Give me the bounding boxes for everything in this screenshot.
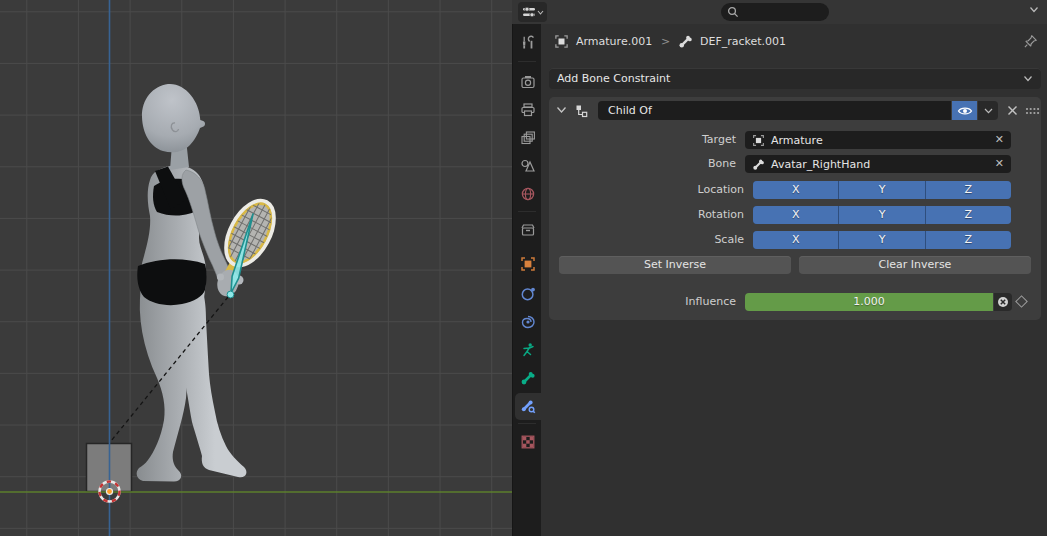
properties-editor-icon bbox=[522, 5, 537, 19]
influence-value: 1.000 bbox=[853, 295, 885, 308]
panel-drag-grip-icon[interactable] bbox=[1025, 107, 1040, 115]
bone-value: Avatar_RightHand bbox=[771, 158, 995, 171]
rotation-axis-toggles: X Y Z bbox=[753, 206, 1011, 224]
target-clear-icon[interactable]: ✕ bbox=[995, 131, 1004, 149]
tab-world[interactable] bbox=[520, 186, 536, 202]
influence-slider[interactable]: 1.000 bbox=[745, 293, 993, 311]
properties-editor: Armature.001 > DEF_racket.001 Add Bone C… bbox=[512, 0, 1047, 536]
eye-icon bbox=[957, 105, 973, 117]
set-inverse-button[interactable]: Set Inverse bbox=[559, 256, 791, 274]
tab-bone[interactable] bbox=[520, 370, 536, 386]
tab-output[interactable] bbox=[520, 102, 536, 118]
properties-content: Armature.001 > DEF_racket.001 Add Bone C… bbox=[541, 24, 1047, 536]
add-constraint-chevron-icon bbox=[1023, 75, 1033, 82]
breadcrumb-separator: > bbox=[661, 35, 670, 49]
tab-object[interactable] bbox=[520, 256, 536, 272]
tab-scene[interactable] bbox=[520, 158, 536, 174]
constraint-visibility-toggle[interactable] bbox=[952, 101, 977, 120]
header-dropdown-chevron-icon[interactable] bbox=[1029, 6, 1039, 13]
location-y-toggle[interactable]: Y bbox=[839, 181, 924, 199]
circled-x-icon bbox=[997, 296, 1009, 308]
pin-icon[interactable] bbox=[1023, 34, 1038, 49]
panel-expand-chevron-icon[interactable] bbox=[556, 106, 567, 114]
target-object-icon bbox=[752, 134, 765, 147]
tab-bone-constraint[interactable] bbox=[520, 398, 536, 414]
target-label: Target bbox=[549, 133, 736, 146]
add-bone-constraint-button[interactable]: Add Bone Constraint bbox=[549, 68, 1041, 89]
properties-header bbox=[512, 0, 1047, 24]
location-z-toggle[interactable]: Z bbox=[926, 181, 1011, 199]
scale-x-toggle[interactable]: X bbox=[753, 231, 838, 249]
scale-axis-toggles: X Y Z bbox=[753, 231, 1011, 249]
inverse-buttons-row: Set Inverse Clear Inverse bbox=[559, 256, 1031, 274]
bone-field-icon bbox=[752, 158, 765, 171]
rotation-y-toggle[interactable]: Y bbox=[839, 206, 924, 224]
rotation-z-toggle[interactable]: Z bbox=[926, 206, 1011, 224]
tab-physics[interactable] bbox=[520, 286, 536, 302]
viewport-scene bbox=[0, 0, 512, 536]
breadcrumb-object-icon bbox=[554, 34, 569, 49]
add-bone-constraint-label: Add Bone Constraint bbox=[557, 72, 670, 85]
tab-view-layer[interactable] bbox=[520, 130, 536, 146]
scale-row: Scale X Y Z bbox=[549, 231, 1041, 249]
bone-field[interactable]: Avatar_RightHand ✕ bbox=[745, 155, 1011, 173]
breadcrumb-bone-icon bbox=[678, 34, 693, 49]
tab-armature-data[interactable] bbox=[520, 342, 536, 358]
tab-object-constraints[interactable] bbox=[520, 314, 536, 330]
viewport-3d[interactable] bbox=[0, 0, 512, 536]
object-origin-dot bbox=[106, 488, 113, 495]
target-field[interactable]: Armature ✕ bbox=[745, 131, 1011, 149]
breadcrumb-object[interactable]: Armature.001 bbox=[576, 35, 652, 49]
bikini-bottom bbox=[137, 259, 206, 305]
location-label: Location bbox=[549, 183, 744, 196]
editor-type-chevron-icon bbox=[537, 10, 544, 15]
scale-label: Scale bbox=[549, 233, 744, 246]
blender-window: Armature.001 > DEF_racket.001 Add Bone C… bbox=[0, 0, 1047, 536]
bone-clear-icon[interactable]: ✕ bbox=[995, 155, 1004, 173]
location-x-toggle[interactable]: X bbox=[753, 181, 838, 199]
constraint-name: Child Of bbox=[608, 104, 652, 117]
bone-row: Bone Avatar_RightHand ✕ bbox=[549, 155, 1041, 173]
constraint-name-field[interactable]: Child Of bbox=[598, 101, 951, 120]
head bbox=[142, 84, 205, 152]
constraint-close-icon[interactable] bbox=[1006, 104, 1019, 117]
bone-label: Bone bbox=[549, 157, 736, 170]
breadcrumb-bone[interactable]: DEF_racket.001 bbox=[700, 35, 786, 49]
location-row: Location X Y Z bbox=[549, 181, 1041, 199]
tab-tool[interactable] bbox=[520, 35, 536, 51]
constraint-panel-header[interactable]: Child Of bbox=[549, 97, 1041, 124]
search-icon bbox=[727, 6, 739, 18]
target-value: Armature bbox=[771, 134, 995, 147]
influence-row: Influence 1.000 bbox=[549, 293, 1041, 311]
influence-keyframe-decorator[interactable] bbox=[1015, 295, 1028, 308]
target-row: Target Armature ✕ bbox=[549, 131, 1041, 149]
tab-collection[interactable] bbox=[520, 222, 536, 238]
location-axis-toggles: X Y Z bbox=[753, 181, 1011, 199]
child-of-constraint-icon bbox=[574, 103, 590, 119]
editor-type-button[interactable] bbox=[518, 2, 547, 22]
scale-z-toggle[interactable]: Z bbox=[926, 231, 1011, 249]
influence-clear-button[interactable] bbox=[994, 293, 1012, 311]
scale-y-toggle[interactable]: Y bbox=[839, 231, 924, 249]
constraint-extras-dropdown[interactable] bbox=[978, 101, 998, 120]
constraint-extras-chevron-icon bbox=[984, 108, 993, 114]
rotation-x-toggle[interactable]: X bbox=[753, 206, 838, 224]
rotation-row: Rotation X Y Z bbox=[549, 206, 1041, 224]
properties-tab-strip bbox=[512, 24, 541, 536]
influence-label: Influence bbox=[549, 295, 736, 308]
tab-render[interactable] bbox=[520, 74, 536, 90]
search-input[interactable] bbox=[721, 3, 829, 21]
child-of-constraint-panel: Child Of bbox=[549, 97, 1041, 320]
tab-texture[interactable] bbox=[520, 434, 536, 450]
rotation-label: Rotation bbox=[549, 208, 744, 221]
clear-inverse-button[interactable]: Clear Inverse bbox=[799, 256, 1031, 274]
